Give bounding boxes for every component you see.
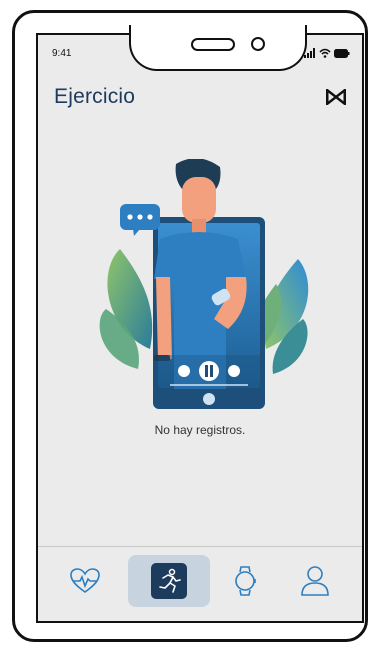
heart-rate-icon <box>70 568 100 593</box>
phone-notch <box>129 25 307 71</box>
tab-exercise[interactable] <box>128 555 210 607</box>
bowtie-logo-icon[interactable] <box>326 89 346 105</box>
page-title: Ejercicio <box>54 85 136 108</box>
wifi-icon <box>319 48 331 58</box>
camera-icon <box>251 37 265 51</box>
tab-profile[interactable] <box>274 555 356 607</box>
user-icon <box>301 566 329 596</box>
running-icon <box>159 568 181 593</box>
tab-heart-rate[interactable] <box>44 555 126 607</box>
smartwatch-icon <box>235 566 256 596</box>
speaker-icon <box>191 38 235 51</box>
empty-state-illustration <box>99 159 309 409</box>
bottom-tab-bar <box>38 546 362 621</box>
empty-state-message: No hay registros. <box>154 423 246 437</box>
status-icons <box>304 47 350 59</box>
app-screen: 9:41 Ejercicio No hay registros. <box>36 33 364 623</box>
active-tab-indicator <box>151 563 187 599</box>
status-time: 9:41 <box>52 48 72 59</box>
battery-icon <box>334 48 350 58</box>
